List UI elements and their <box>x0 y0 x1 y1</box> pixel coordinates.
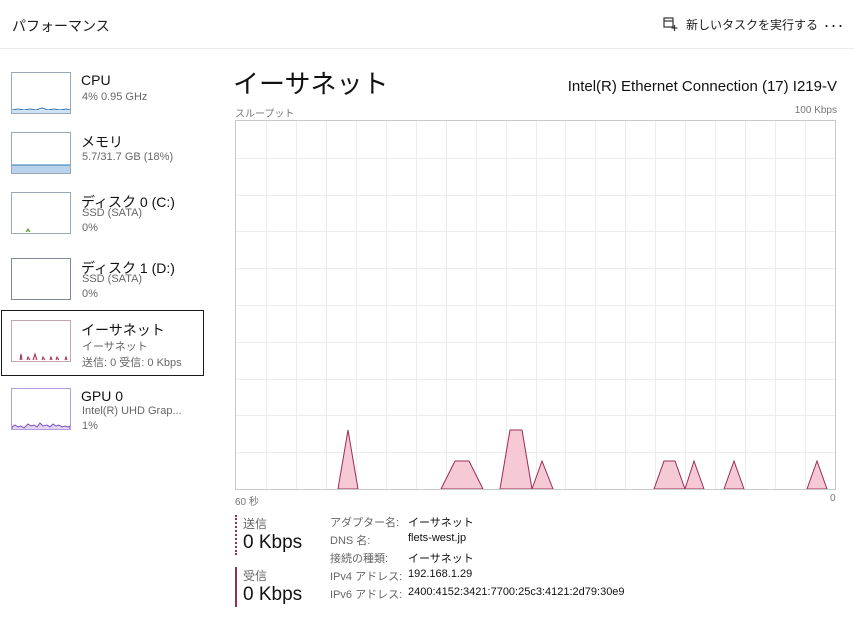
recv-label: 受信 <box>243 569 268 583</box>
cpu-thumbnail <box>11 72 71 114</box>
adapter-model: Intel(R) Ethernet Connection (17) I219-V <box>567 78 837 95</box>
property-key: アダプター名: <box>330 517 400 529</box>
graph-left-time: 60 秒 <box>235 497 259 508</box>
page-title: パフォーマンス <box>12 18 110 34</box>
graph-right-time: 0 <box>830 493 836 504</box>
throughput-spike <box>531 459 554 489</box>
sidebar-item-detail: Intel(R) UHD Grap... <box>82 405 182 417</box>
recv-indicator <box>235 567 237 607</box>
resource-title: イーサネット <box>233 69 389 99</box>
run-task-label: 新しいタスクを実行する <box>686 17 819 32</box>
property-value: 192.168.1.29 <box>408 568 473 580</box>
sidebar-item-name: GPU 0 <box>81 388 124 404</box>
property-key: 接続の種類: <box>330 553 389 565</box>
sidebar-item-detail: SSD (SATA) <box>82 207 143 219</box>
sidebar-item-name: イーサネット <box>81 322 165 338</box>
property-key: DNS 名: <box>330 535 371 547</box>
memory-thumbnail <box>11 132 71 174</box>
sidebar-item-usage: 0% <box>82 288 98 300</box>
sidebar-item-detail: イーサネット <box>82 341 148 353</box>
throughput-spike <box>499 429 533 489</box>
sidebar-item-cpu[interactable]: CPU 4% 0.95 GHz <box>1 62 204 128</box>
throughput-spike <box>723 459 745 489</box>
throughput-spike <box>684 459 705 489</box>
sidebar-item-name: メモリ <box>81 134 123 150</box>
run-task-icon <box>663 16 678 32</box>
throughput-spike <box>806 459 828 489</box>
sidebar-item-disk-0[interactable]: ディスク 0 (C:) SSD (SATA) 0% <box>1 182 204 248</box>
property-key: IPv4 アドレス: <box>330 571 403 583</box>
sidebar-item-detail: 5.7/31.7 GB (18%) <box>82 151 174 163</box>
more-options-button[interactable]: ··· <box>820 14 848 36</box>
sidebar-item-name: CPU <box>81 72 111 88</box>
gpu-thumbnail <box>11 388 71 430</box>
disk-0-thumbnail <box>11 192 71 234</box>
throughput-spike <box>653 460 686 489</box>
property-value: イーサネット <box>408 517 474 529</box>
sidebar-item-ethernet[interactable]: イーサネット イーサネット 送信: 0 受信: 0 Kbps <box>1 310 204 376</box>
graph-max-label: 100 Kbps <box>794 105 837 116</box>
ethernet-thumbnail <box>11 320 71 362</box>
sidebar-item-gpu-0[interactable]: GPU 0 Intel(R) UHD Grap... 1% <box>1 378 204 444</box>
send-label: 送信 <box>243 517 268 531</box>
throughput-label: スループット <box>235 109 295 120</box>
title-bar: パフォーマンス 新しいタスクを実行する ··· <box>0 0 854 49</box>
run-new-task-button[interactable]: 新しいタスクを実行する <box>663 14 818 34</box>
send-value: 0 Kbps <box>243 532 303 553</box>
sidebar-item-memory[interactable]: メモリ 5.7/31.7 GB (18%) <box>1 122 204 188</box>
sidebar-item-usage: 0% <box>82 222 98 234</box>
recv-value: 0 Kbps <box>243 584 303 605</box>
property-value: flets-west.jp <box>408 532 467 544</box>
sidebar-item-usage: 送信: 0 受信: 0 Kbps <box>82 357 182 369</box>
property-value: イーサネット <box>408 553 474 565</box>
property-value: 2400:4152:3421:7700:25c3:4121:2d79:30e9 <box>408 586 625 598</box>
send-indicator <box>235 515 237 555</box>
sidebar-item-usage: 1% <box>82 420 98 432</box>
sidebar-item-detail: 4% 0.95 GHz <box>82 91 148 103</box>
disk-1-thumbnail <box>11 258 71 300</box>
throughput-spike <box>337 429 359 489</box>
sidebar-item-disk-1[interactable]: ディスク 1 (D:) SSD (SATA) 0% <box>1 248 204 314</box>
sidebar-item-detail: SSD (SATA) <box>82 273 143 285</box>
property-key: IPv6 アドレス: <box>330 589 403 601</box>
throughput-graph <box>235 120 836 490</box>
